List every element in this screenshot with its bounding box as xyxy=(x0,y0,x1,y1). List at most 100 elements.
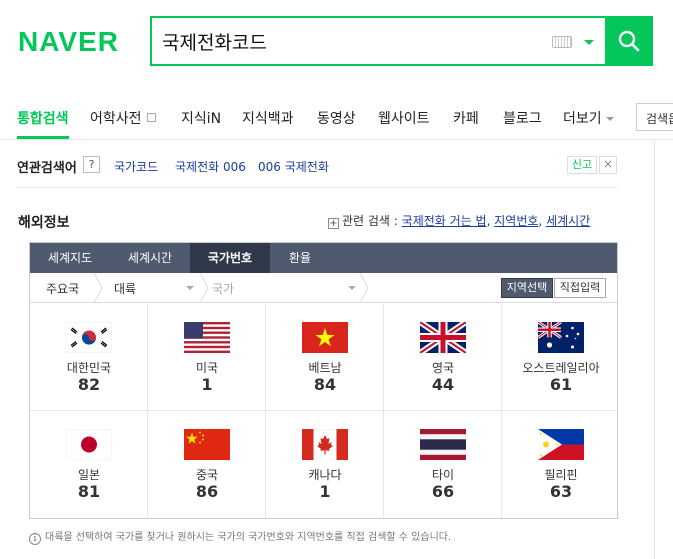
search-icon xyxy=(618,30,640,52)
related-search-prefix: 관련 검색 : xyxy=(342,214,398,228)
country-cell-vietnam[interactable]: 베트남 84 xyxy=(266,304,384,411)
tab-kin[interactable]: 지식iN xyxy=(181,108,221,128)
direct-input-button[interactable]: 직접입력 xyxy=(554,278,606,298)
country-cell-thailand[interactable]: 타이 66 xyxy=(384,411,502,518)
country-name: 베트남 xyxy=(308,361,342,375)
tab-encyclopedia[interactable]: 지식백과 xyxy=(242,108,294,128)
overseas-info-box: 세계지도 세계시간 국가번호 환율 주요국 대륙 국가 지역선택 직접입력 대한… xyxy=(29,242,618,519)
footnote: i 대륙을 선택하여 국가를 찾거나 원하시는 국가의 국가번호와 지역번호를 직… xyxy=(29,528,451,545)
country-code: 84 xyxy=(313,375,337,394)
breadcrumb-separator-icon xyxy=(93,273,103,303)
tab-world-map[interactable]: 세계지도 xyxy=(30,243,110,273)
country-cell-korea[interactable]: 대한민국 82 xyxy=(30,304,148,411)
country-name: 중국 xyxy=(195,468,219,482)
country-select[interactable]: 국가 xyxy=(212,280,234,297)
search-box xyxy=(150,16,605,66)
active-tab-indicator xyxy=(17,136,69,139)
related-title: 연관검색어 xyxy=(17,161,77,176)
selector-row: 주요국 대륙 국가 지역선택 직접입력 xyxy=(30,273,617,303)
philippines-flag-icon xyxy=(538,429,584,460)
continent-select[interactable]: 대륙 xyxy=(114,280,136,297)
country-cell-philippines[interactable]: 필리핀 63 xyxy=(502,411,617,518)
section-title: 해외정보 xyxy=(18,215,70,231)
related-link[interactable]: 국가코드 xyxy=(114,158,158,175)
country-code: 63 xyxy=(549,482,573,501)
search-options-button[interactable]: 검색옵션 xyxy=(636,103,673,131)
info-icon: i xyxy=(29,533,41,545)
report-button[interactable]: 신고 xyxy=(567,156,597,174)
country-grid: 대한민국 82 미국 1 베트남 84 영국 44 오스트레일리아 61 일본 … xyxy=(30,304,617,518)
country-name: 대한민국 xyxy=(66,361,112,375)
right-divider xyxy=(654,140,655,559)
close-icon[interactable]: × xyxy=(599,156,617,174)
country-name: 캐나다 xyxy=(308,468,342,482)
chevron-down-icon xyxy=(605,117,614,121)
breadcrumb-separator-icon xyxy=(199,273,209,303)
tab-country-code[interactable]: 국가번호 xyxy=(190,243,270,273)
tab-dictionary-label: 어학사전 xyxy=(90,111,142,127)
country-cell-canada[interactable]: 캐나다 1 xyxy=(266,411,384,518)
main-countries-selector[interactable]: 주요국 xyxy=(46,280,79,297)
help-icon[interactable]: ? xyxy=(83,156,100,173)
info-tabs: 세계지도 세계시간 국가번호 환율 xyxy=(30,243,617,273)
country-code: 1 xyxy=(201,375,213,394)
australia-flag-icon xyxy=(538,322,584,353)
country-code: 61 xyxy=(549,375,573,394)
search-button[interactable] xyxy=(605,16,653,66)
country-cell-uk[interactable]: 영국 44 xyxy=(384,304,502,411)
tab-integrated[interactable]: 통합검색 xyxy=(17,108,69,128)
korea-flag-icon xyxy=(66,322,112,353)
country-code: 81 xyxy=(77,482,101,501)
keyboard-icon[interactable] xyxy=(552,36,572,48)
related-search-link[interactable]: 국제전화 거는 법 xyxy=(402,214,487,228)
country-name: 타이 xyxy=(431,468,455,482)
tab-blog[interactable]: 블로그 xyxy=(503,108,542,128)
country-name: 일본 xyxy=(77,468,101,482)
country-code: 44 xyxy=(431,375,455,394)
search-input[interactable] xyxy=(162,27,532,55)
breadcrumb-separator-icon xyxy=(359,273,369,303)
country-name: 필리핀 xyxy=(544,468,578,482)
country-cell-china[interactable]: 중국 86 xyxy=(148,411,266,518)
autocomplete-toggle-icon[interactable] xyxy=(584,40,594,45)
country-cell-usa[interactable]: 미국 1 xyxy=(148,304,266,411)
tab-cafe[interactable]: 카페 xyxy=(453,108,479,128)
country-name: 오스트레일리아 xyxy=(522,361,600,375)
tab-dictionary[interactable]: 어학사전 xyxy=(90,108,156,128)
separator: , xyxy=(538,214,543,228)
related-searches: 연관검색어 ? 국가코드 국제전화 006 006 국제전화 신고 × xyxy=(17,146,617,188)
vietnam-flag-icon xyxy=(302,322,348,353)
related-search-link[interactable]: 세계시간 xyxy=(546,214,590,228)
thailand-flag-icon xyxy=(420,429,466,460)
tab-more-label: 더보기 xyxy=(563,111,602,127)
search-tabs: 통합검색 어학사전 지식iN 지식백과 동영상 웹사이트 카페 블로그 더보기 xyxy=(0,96,673,140)
usa-flag-icon xyxy=(184,322,230,353)
popup-icon xyxy=(146,113,156,122)
uk-flag-icon xyxy=(420,322,466,353)
region-select-button[interactable]: 지역선택 xyxy=(501,278,553,298)
naver-logo[interactable]: NAVER xyxy=(18,26,119,58)
country-cell-japan[interactable]: 일본 81 xyxy=(30,411,148,518)
country-code: 66 xyxy=(431,482,455,501)
related-link[interactable]: 006 국제전화 xyxy=(258,158,329,175)
tab-exchange-rate[interactable]: 환율 xyxy=(270,243,330,273)
country-code: 1 xyxy=(319,482,331,501)
country-code: 82 xyxy=(77,375,101,394)
header: NAVER xyxy=(0,0,673,82)
separator: , xyxy=(486,214,491,228)
plus-icon: + xyxy=(328,218,339,229)
country-name: 영국 xyxy=(431,361,455,375)
related-link[interactable]: 국제전화 006 xyxy=(175,158,246,175)
canada-flag-icon xyxy=(302,429,348,460)
japan-flag-icon xyxy=(66,429,112,460)
related-search-link[interactable]: 지역번호 xyxy=(494,214,538,228)
tab-world-time[interactable]: 세계시간 xyxy=(110,243,190,273)
tab-website[interactable]: 웹사이트 xyxy=(378,108,430,128)
tab-video[interactable]: 동영상 xyxy=(317,108,356,128)
china-flag-icon xyxy=(184,429,230,460)
country-name: 미국 xyxy=(195,361,219,375)
country-cell-australia[interactable]: 오스트레일리아 61 xyxy=(502,304,617,411)
country-code: 86 xyxy=(195,482,219,501)
tab-more[interactable]: 더보기 xyxy=(563,108,614,128)
footnote-text: 대륙을 선택하여 국가를 찾거나 원하시는 국가의 국가번호와 지역번호를 직접… xyxy=(45,532,452,543)
